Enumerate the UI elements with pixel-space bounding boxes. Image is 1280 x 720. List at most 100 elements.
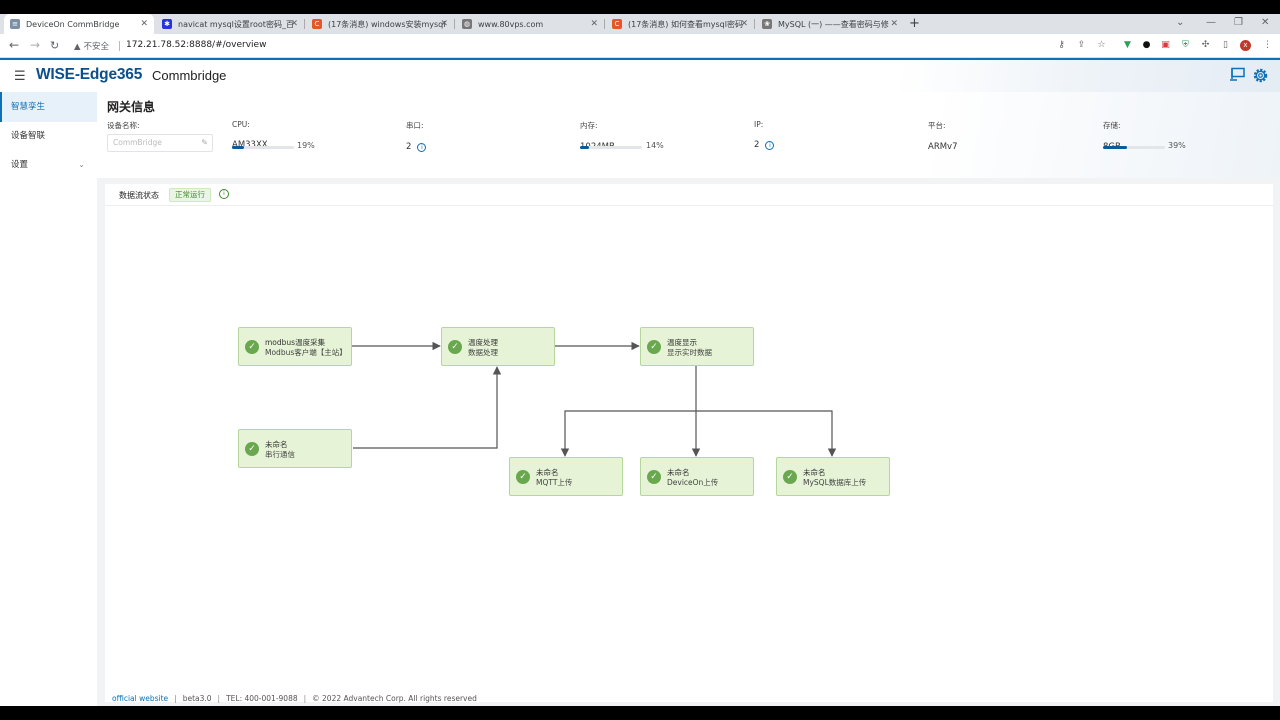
sidebar: 智慧孪生 设备智联 设置 ⌄ [0, 92, 97, 706]
tab-title: (17条消息) windows安装mysql [328, 19, 446, 29]
browser-tab[interactable]: ❀ MySQL (一) ——查看密码与修 ✕ [756, 14, 904, 34]
close-icon[interactable]: ✕ [290, 19, 298, 29]
sidebar-item-label: 设备智联 [11, 131, 46, 141]
cpu-usage-bar [232, 146, 294, 149]
tab-title: (17条消息) 如何查看mysql密码 [628, 19, 743, 29]
flow-node-temp-process[interactable]: ✓ 温度处理 数据处理 [441, 327, 555, 366]
stat-value: 2 [406, 142, 412, 152]
check-circle-icon: ✓ [783, 470, 797, 484]
node-type: 数据处理 [468, 348, 498, 357]
stat-label: 内存: [580, 121, 598, 130]
restore-icon[interactable]: ❐ [1234, 17, 1243, 28]
edit-pencil-icon[interactable]: ✎ [201, 135, 208, 151]
serial-stat: 串口: 2i [406, 120, 427, 152]
monitor-icon[interactable] [1229, 67, 1246, 86]
stat-value: ARMv7 [928, 142, 958, 152]
extension-circle-icon[interactable]: ● [1141, 40, 1152, 51]
sidebar-item-device-connect[interactable]: 设备智联 [0, 121, 97, 151]
bookmark-star-icon[interactable]: ☆ [1096, 40, 1107, 51]
side-panel-icon[interactable]: ▯ [1220, 40, 1231, 51]
flow-node-deviceon[interactable]: ✓ 未命名 DeviceOn上传 [640, 457, 754, 496]
sidebar-item-label: 设置 [11, 160, 29, 170]
sidebar-item-digital-twin[interactable]: 智慧孪生 [0, 92, 97, 122]
url-input[interactable]: 172.21.78.52:8888/#/overview [126, 40, 266, 50]
close-icon[interactable]: ✕ [890, 19, 898, 29]
security-indicator[interactable]: ▲ 不安全 [74, 40, 109, 52]
menu-kebab-icon[interactable]: ⋮ [1262, 40, 1273, 51]
browser-tab[interactable]: C (17条消息) 如何查看mysql密码 ✕ [606, 14, 754, 34]
check-circle-icon: ✓ [448, 340, 462, 354]
footer: official website | beta3.0 | TEL: 400-001-90… [112, 694, 477, 703]
key-icon[interactable]: ⚷ [1056, 40, 1067, 51]
sidebar-item-label: 智慧孪生 [11, 102, 46, 112]
cpu-usage-percent: 19% [297, 141, 315, 150]
flow-edge-n3-n5 [560, 410, 696, 457]
check-circle-icon: ✓ [647, 470, 661, 484]
forward-icon[interactable]: → [30, 38, 40, 52]
tab-title: DeviceOn CommBridge [26, 19, 120, 29]
address-bar: ← → ↻ ▲ 不安全 172.21.78.52:8888/#/overview … [0, 34, 1280, 58]
back-icon[interactable]: ← [9, 38, 19, 52]
close-icon[interactable]: ✕ [440, 19, 448, 29]
storage-usage-bar [1103, 146, 1165, 149]
product-name: Commbridge [152, 68, 227, 83]
stat-label: 平台: [928, 121, 946, 130]
flow-edge-n4-n2 [353, 366, 502, 449]
memory-usage-percent: 14% [646, 141, 664, 150]
new-tab-button[interactable]: + [909, 16, 920, 31]
csdn-favicon-icon: C [612, 19, 622, 29]
app-header: ☰ WISE-Edge365 Commbridge [0, 60, 1280, 92]
stat-label: IP: [754, 120, 764, 129]
close-window-icon[interactable]: ✕ [1261, 17, 1269, 28]
extensions-puzzle-icon[interactable]: ✣ [1200, 40, 1211, 51]
globe-favicon-icon: ◍ [462, 19, 472, 29]
gateway-info-panel: 网关信息 设备名称: CommBridge ✎ CPU: AM33XX 19% … [97, 92, 1280, 178]
csdn-favicon-icon: C [312, 19, 322, 29]
check-circle-icon: ✓ [245, 442, 259, 456]
ip-stat: IP: 2i [754, 120, 775, 150]
close-icon[interactable]: ✕ [140, 19, 148, 29]
gear-icon[interactable] [1252, 67, 1269, 88]
tab-search-icon[interactable]: ⌄ [1176, 17, 1184, 28]
device-name-placeholder: CommBridge [113, 138, 162, 147]
browser-tab[interactable]: ≡ DeviceOn CommBridge ✕ [4, 14, 154, 34]
flow-node-serial[interactable]: ✓ 未命名 串行通信 [238, 429, 352, 468]
browser-tab[interactable]: ◍ www.80vps.com ✕ [456, 14, 604, 34]
info-icon[interactable]: i [765, 141, 775, 150]
tab-title: navicat mysql设置root密码_百 [178, 19, 294, 29]
minimize-icon[interactable]: — [1206, 17, 1216, 28]
node-type: MySQL数据库上传 [803, 478, 867, 487]
extension-red-icon[interactable]: ▣ [1160, 40, 1171, 51]
shield-icon[interactable]: ⛨ [1180, 40, 1191, 51]
paw-favicon-icon: ✱ [162, 19, 172, 29]
node-type: 串行通信 [265, 450, 295, 459]
flow-node-mysql[interactable]: ✓ 未命名 MySQL数据库上传 [776, 457, 890, 496]
flow-node-mqtt[interactable]: ✓ 未命名 MQTT上传 [509, 457, 623, 496]
stat-label: CPU: [232, 120, 250, 129]
profile-avatar-icon[interactable]: x [1240, 40, 1251, 51]
close-icon[interactable]: ✕ [740, 19, 748, 29]
tab-strip: ≡ DeviceOn CommBridge ✕ ✱ navicat mysql设… [0, 14, 1280, 34]
storage-usage-percent: 39% [1168, 141, 1186, 150]
official-website-link[interactable]: official website [112, 694, 168, 703]
device-name-input[interactable]: CommBridge ✎ [107, 134, 213, 152]
vue-devtools-icon[interactable]: ▼ [1122, 40, 1133, 51]
info-icon[interactable]: i [417, 143, 427, 152]
platform-stat: 平台: ARMv7 [928, 120, 958, 152]
dataflow-card: 数据流状态 正常运行 i ✓ modbus温度采集 Modbus客户端【主站】 … [105, 184, 1273, 702]
reload-icon[interactable]: ↻ [50, 39, 59, 52]
flow-node-temp-display[interactable]: ✓ 温度显示 显示实时数据 [640, 327, 754, 366]
node-type: MQTT上传 [536, 478, 573, 487]
flow-node-modbus[interactable]: ✓ modbus温度采集 Modbus客户端【主站】 [238, 327, 352, 366]
node-type: DeviceOn上传 [667, 478, 719, 487]
main-content: 网关信息 设备名称: CommBridge ✎ CPU: AM33XX 19% … [97, 92, 1280, 706]
app-favicon-icon: ≡ [10, 19, 20, 29]
browser-tab[interactable]: ✱ navicat mysql设置root密码_百 ✕ [156, 14, 304, 34]
close-icon[interactable]: ✕ [590, 19, 598, 29]
site-favicon-icon: ❀ [762, 19, 772, 29]
check-circle-icon: ✓ [516, 470, 530, 484]
sidebar-item-settings[interactable]: 设置 ⌄ [0, 150, 97, 180]
share-icon[interactable]: ⇪ [1076, 40, 1087, 51]
browser-tab[interactable]: C (17条消息) windows安装mysql ✕ [306, 14, 454, 34]
hamburger-menu-icon[interactable]: ☰ [14, 69, 26, 84]
